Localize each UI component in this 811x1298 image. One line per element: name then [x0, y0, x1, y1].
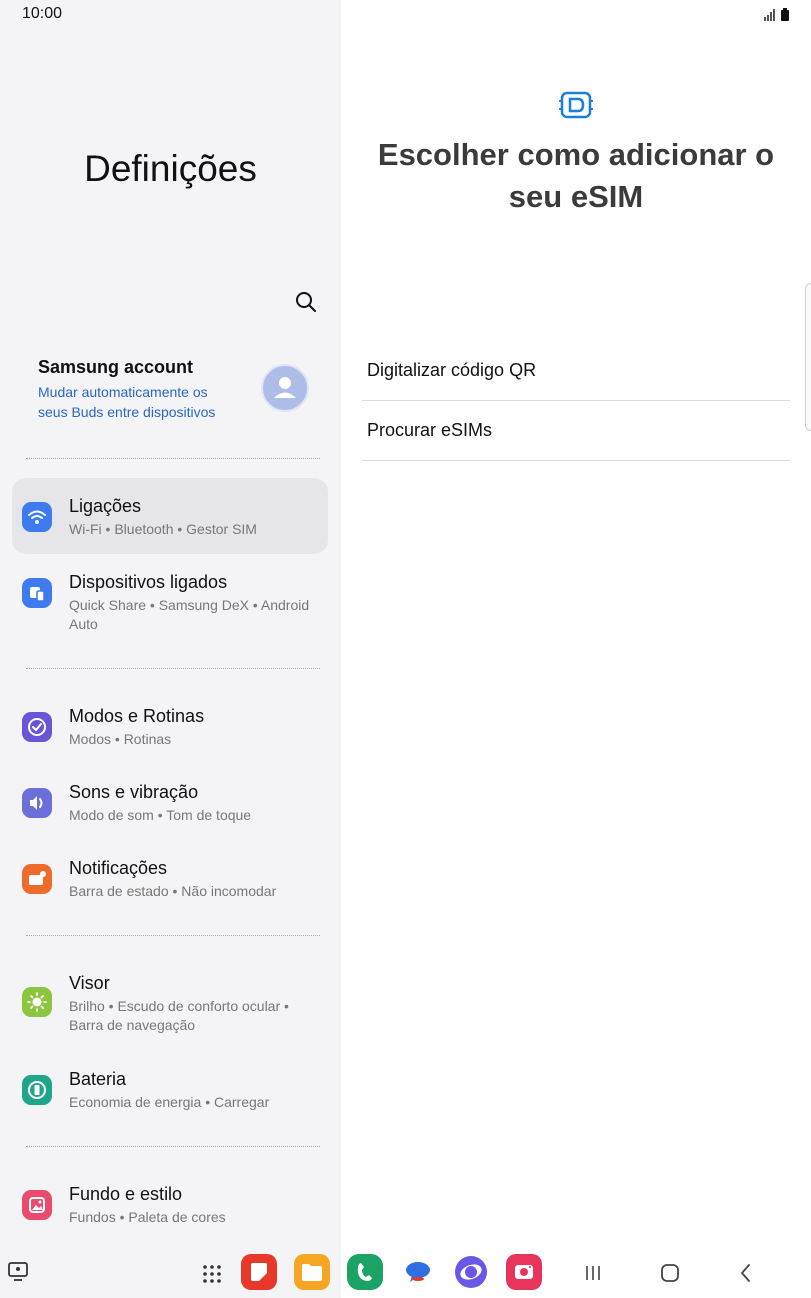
internet-icon	[455, 1256, 487, 1288]
option-scan-qr[interactable]: Digitalizar código QR	[362, 341, 790, 401]
samsung-notes-app[interactable]	[241, 1254, 277, 1290]
menu-item-subtitle: Economia de energia • Carregar	[69, 1094, 270, 1110]
menu-item-subtitle: Fundos • Paleta de cores	[69, 1209, 226, 1225]
edge-panel-handle[interactable]	[805, 283, 811, 431]
notifications-icon	[22, 864, 52, 894]
wallpaper-icon	[22, 1190, 52, 1220]
taskbar	[0, 1250, 811, 1298]
status-icons	[763, 6, 789, 24]
recents-icon	[586, 1266, 600, 1280]
all-apps-button[interactable]	[194, 1254, 230, 1290]
menu-item-modes-routines[interactable]: Modos e Rotinas Modos • Rotinas	[12, 688, 328, 764]
search-icon	[296, 292, 316, 312]
sound-icon	[22, 788, 52, 818]
modes-icon	[22, 712, 52, 742]
menu-item-battery[interactable]: Bateria Economia de energia • Carregar	[12, 1051, 328, 1127]
monitor-icon	[8, 1262, 28, 1281]
page-title: Definições	[84, 148, 257, 189]
taskbar-settings-button[interactable]	[4, 1258, 32, 1286]
option-label: Digitalizar código QR	[367, 360, 537, 380]
menu-item-display[interactable]: Visor Brilho • Escudo de conforto ocular…	[12, 955, 328, 1045]
battery-icon	[22, 1075, 52, 1105]
menu-item-label: Notificações	[69, 858, 168, 878]
internet-app[interactable]	[453, 1254, 489, 1290]
divider	[26, 1146, 320, 1147]
avatar[interactable]	[261, 364, 309, 412]
settings-panel: 10:00 Definições Samsung account Mudar a…	[0, 0, 341, 1298]
menu-item-subtitle: Barra de estado • Não incomodar	[69, 883, 277, 899]
menu-item-label: Dispositivos ligados	[69, 572, 228, 592]
wifi-icon	[22, 502, 52, 532]
esim-panel: Escolher como adicionar o seu eSIM Digit…	[341, 0, 811, 1298]
esim-title: Escolher como adicionar o seu eSIM	[377, 137, 775, 214]
samsung-account[interactable]: Samsung account Mudar automaticamente os…	[38, 357, 238, 422]
recents-button[interactable]	[575, 1254, 611, 1290]
menu-item-label: Sons e vibração	[69, 782, 199, 802]
menu-item-label: Bateria	[69, 1069, 127, 1089]
menu-item-subtitle: Quick Share • Samsung DeX • Android Auto	[69, 597, 310, 632]
account-subtitle: Mudar automaticamente os seus Buds entre…	[38, 384, 216, 420]
option-label: Procurar eSIMs	[367, 420, 493, 440]
search-button[interactable]	[294, 290, 318, 314]
menu-item-subtitle: Wi-Fi • Bluetooth • Gestor SIM	[69, 521, 257, 537]
my-files-icon	[302, 1264, 322, 1281]
person-icon	[274, 377, 296, 398]
menu-item-label: Fundo e estilo	[69, 1184, 183, 1204]
back-button[interactable]	[728, 1254, 764, 1290]
menu-item-label: Ligações	[69, 496, 142, 516]
divider	[26, 935, 320, 936]
back-icon	[741, 1264, 750, 1282]
account-title: Samsung account	[38, 357, 194, 377]
all-apps-icon	[203, 1265, 221, 1283]
menu-item-wallpaper-style[interactable]: Fundo e estilo Fundos • Paleta de cores	[12, 1166, 328, 1242]
menu-item-label: Modos e Rotinas	[69, 706, 205, 726]
menu-item-notifications[interactable]: Notificações Barra de estado • Não incom…	[12, 840, 328, 916]
messages-app[interactable]	[400, 1254, 436, 1290]
menu-item-sounds-vibration[interactable]: Sons e vibração Modo de som • Tom de toq…	[12, 764, 328, 840]
phone-app[interactable]	[347, 1254, 383, 1290]
option-search-esims[interactable]: Procurar eSIMs	[362, 401, 790, 461]
esim-icon	[559, 91, 593, 119]
connected-devices-icon	[22, 578, 52, 608]
display-icon	[22, 987, 52, 1017]
divider	[26, 458, 320, 459]
menu-item-connections[interactable]: Ligações Wi-Fi • Bluetooth • Gestor SIM	[12, 478, 328, 554]
menu-item-subtitle: Modos • Rotinas	[69, 731, 172, 747]
menu-item-label: Visor	[69, 973, 110, 993]
menu-item-connected-devices[interactable]: Dispositivos ligados Quick Share • Samsu…	[12, 554, 328, 632]
divider	[26, 668, 320, 669]
messages-icon	[406, 1262, 430, 1282]
phone-icon	[357, 1263, 372, 1281]
status-time: 10:00	[22, 5, 63, 22]
home-icon	[661, 1264, 679, 1282]
samsung-notes-icon	[251, 1263, 267, 1281]
menu-item-subtitle: Modo de som • Tom de toque	[69, 807, 252, 823]
battery-status-icon	[781, 8, 789, 22]
camera-icon	[515, 1265, 533, 1279]
home-button[interactable]	[652, 1254, 688, 1290]
signal-icon	[763, 8, 775, 21]
camera-app[interactable]	[506, 1254, 542, 1290]
menu-item-subtitle: Brilho • Escudo de conforto ocular • Bar…	[69, 998, 289, 1033]
my-files-app[interactable]	[294, 1254, 330, 1290]
